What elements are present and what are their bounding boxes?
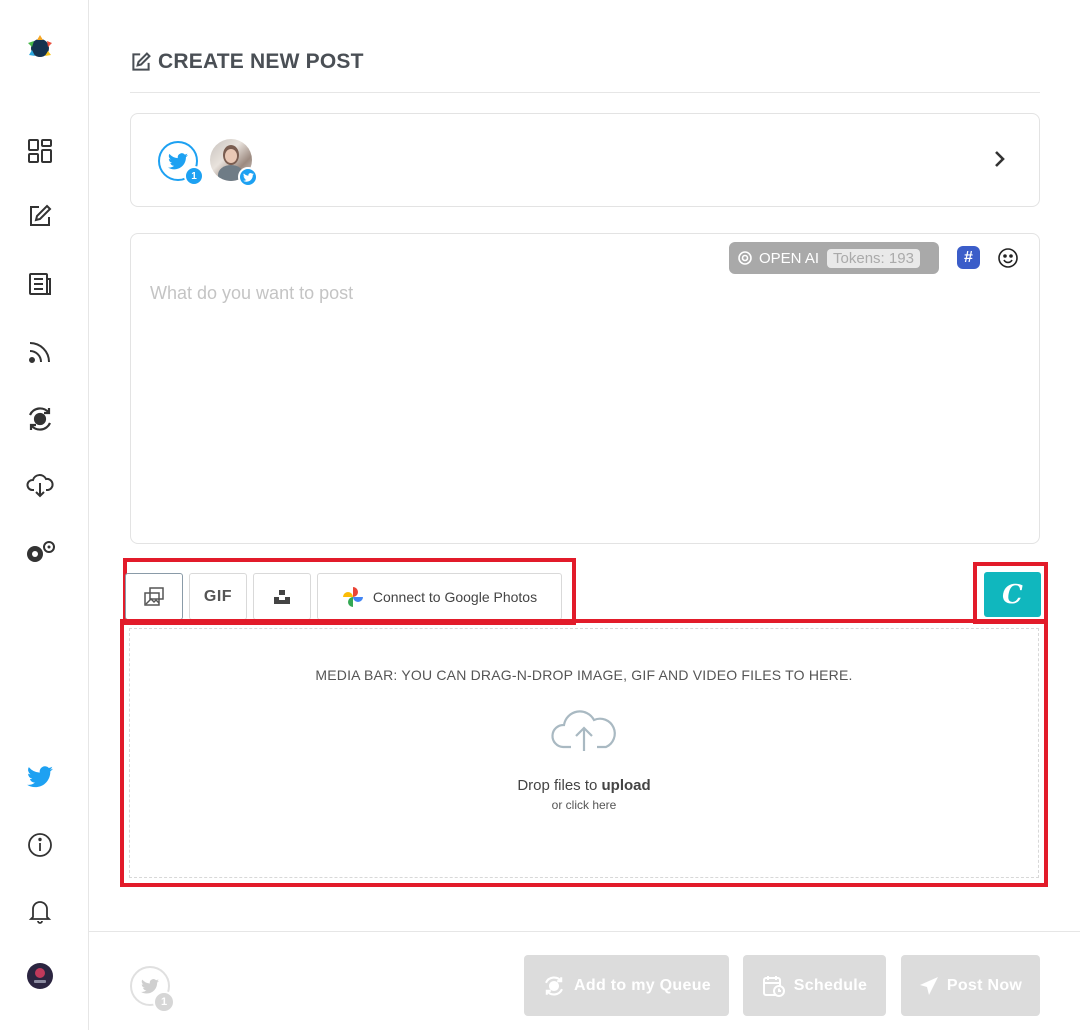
dashboard-icon[interactable]	[22, 133, 58, 169]
twitter-badge-icon	[238, 167, 258, 187]
google-photos-button[interactable]: Connect to Google Photos	[317, 573, 562, 620]
google-photos-icon	[342, 586, 363, 607]
post-composer[interactable]: OPEN AI Tokens: 193 # What do you want t…	[130, 233, 1040, 544]
page-title-text: CREATE NEW POST	[158, 50, 364, 73]
openai-button[interactable]: OPEN AI Tokens: 193	[729, 242, 939, 274]
schedule-button[interactable]: Schedule	[743, 955, 886, 1016]
dropzone-heading: MEDIA BAR: YOU CAN DRAG-N-DROP IMAGE, GI…	[315, 667, 853, 683]
cloud-download-icon[interactable]	[22, 467, 58, 503]
recycle-icon	[545, 976, 563, 995]
rss-icon[interactable]	[22, 334, 58, 370]
avatar[interactable]	[22, 958, 58, 994]
send-icon	[919, 976, 938, 995]
recycle-icon[interactable]	[22, 401, 58, 437]
chevron-right-icon[interactable]	[987, 147, 1011, 171]
account-selector[interactable]: 1	[130, 113, 1040, 207]
info-icon[interactable]	[22, 827, 58, 863]
media-dropzone[interactable]: MEDIA BAR: YOU CAN DRAG-N-DROP IMAGE, GI…	[129, 628, 1039, 878]
sidebar	[0, 0, 89, 1030]
footer-divider	[89, 931, 1080, 932]
bell-icon[interactable]	[22, 893, 58, 929]
page-title: CREATE NEW POST	[130, 50, 364, 74]
emoji-icon[interactable]	[997, 247, 1019, 269]
hashtag-button[interactable]: #	[957, 246, 980, 269]
divider	[130, 92, 1040, 93]
queue-label: Add to my Queue	[574, 976, 711, 994]
media-toolbar: GIF Connect to Google Photos	[123, 558, 576, 625]
edit-icon	[132, 52, 151, 71]
selected-count-badge: 1	[184, 166, 204, 186]
cloud-upload-icon	[551, 710, 616, 751]
add-to-queue-button[interactable]: Add to my Queue	[524, 955, 729, 1016]
edit-icon[interactable]	[22, 198, 58, 234]
calendar-clock-icon	[762, 975, 785, 997]
gif-button[interactable]: GIF	[189, 573, 247, 620]
footer-account-count: 1	[153, 991, 175, 1013]
logo-icon[interactable]	[22, 30, 58, 66]
media-dropzone-highlight: MEDIA BAR: YOU CAN DRAG-N-DROP IMAGE, GI…	[120, 619, 1048, 887]
dropzone-main-text: Drop files to upload	[517, 777, 651, 794]
canva-highlight: C	[973, 562, 1048, 624]
gears-icon[interactable]	[22, 534, 58, 570]
image-upload-button[interactable]	[125, 573, 183, 620]
main-content: CREATE NEW POST 1 OPEN AI Tokens: 193 #	[89, 0, 1080, 1030]
post-now-label: Post Now	[946, 976, 1023, 994]
canva-button[interactable]: C	[984, 572, 1041, 617]
openai-label: OPEN AI	[759, 249, 820, 267]
dropzone-sub-text: or click here	[551, 798, 617, 812]
document-icon[interactable]	[22, 266, 58, 302]
unsplash-icon	[274, 589, 290, 604]
gif-label: GIF	[203, 587, 233, 605]
images-icon	[144, 586, 164, 606]
unsplash-button[interactable]	[253, 573, 311, 620]
google-photos-label: Connect to Google Photos	[372, 588, 538, 605]
openai-icon	[738, 251, 752, 265]
post-text-input[interactable]: What do you want to post	[150, 283, 353, 304]
post-now-button[interactable]: Post Now	[901, 955, 1040, 1016]
schedule-label: Schedule	[793, 976, 868, 994]
twitter-icon[interactable]	[22, 759, 58, 795]
tokens-count: Tokens: 193	[827, 248, 920, 268]
